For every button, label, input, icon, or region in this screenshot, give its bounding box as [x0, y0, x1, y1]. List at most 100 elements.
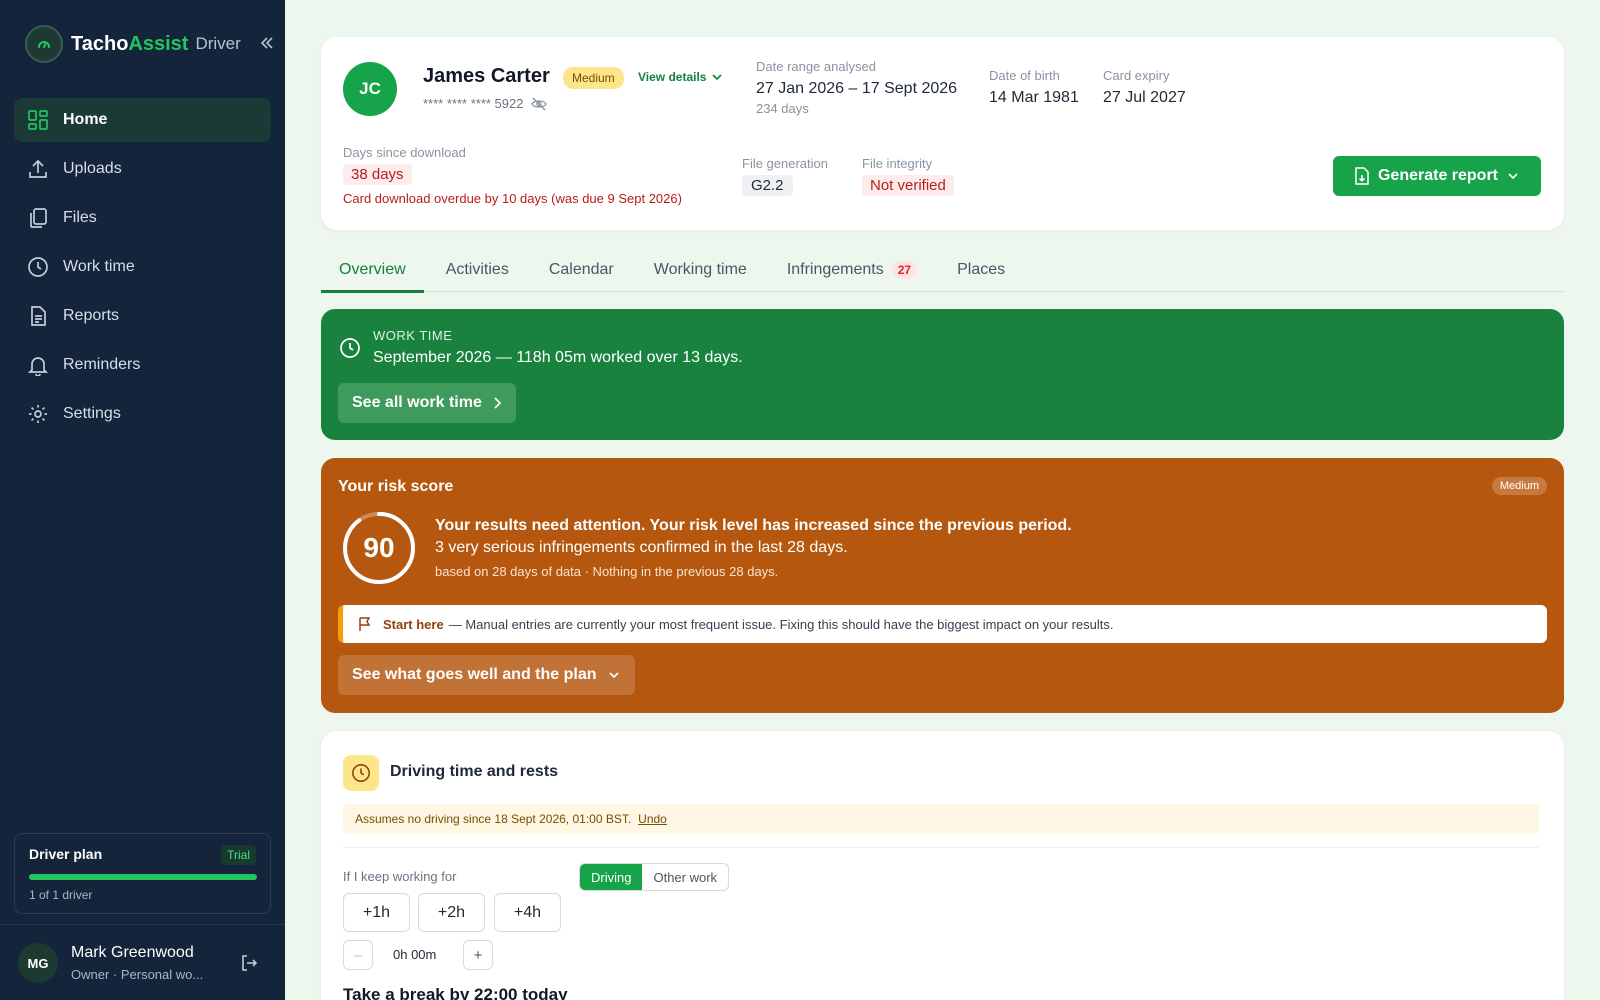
tab-places[interactable]: Places [939, 252, 1023, 292]
driving-title: Driving time and rests [390, 763, 559, 780]
risk-tip: Start here — Manual entries are currentl… [338, 605, 1547, 643]
view-details-label: View details [638, 70, 707, 84]
tab-infringements[interactable]: Infringements 27 [769, 252, 935, 292]
gear-icon [29, 405, 47, 423]
tab-label: Activities [445, 261, 509, 278]
see-plan-label: See what goes well and the plan [352, 666, 597, 683]
mode-toggle: Driving Other work [579, 863, 730, 891]
clock-icon [340, 338, 360, 358]
files-icon [30, 208, 47, 228]
keep-working-label: If I keep working for [343, 869, 457, 884]
dob-label: Date of birth [989, 68, 1060, 83]
risk-badge: Medium [563, 67, 624, 89]
risk-title: Your risk score [338, 478, 454, 495]
file-integrity-label: File integrity [862, 156, 933, 171]
tab-label: Calendar [548, 261, 614, 278]
risk-score-value: 90 [363, 532, 395, 563]
sidebar-item-label: Reminders [63, 356, 141, 373]
report-icon [31, 306, 46, 326]
risk-headline: Your results need attention. Your risk l… [435, 517, 1072, 534]
tab-bar: Overview Activities Calendar Working tim… [321, 252, 1564, 293]
file-generation-value: G2.2 [742, 175, 793, 196]
driver-avatar: JC [343, 62, 397, 116]
download-days-value: 38 days [343, 164, 412, 185]
mode-other-work-button[interactable]: Other work [642, 864, 728, 890]
increment-button[interactable]: + [463, 940, 493, 970]
divider [343, 847, 1539, 848]
sidebar-item-work-time[interactable]: Work time [14, 245, 271, 289]
work-time-kicker: WORK TIME [373, 328, 453, 343]
sidebar-item-reports[interactable]: Reports [14, 294, 271, 338]
tab-label: Places [957, 261, 1006, 278]
decrement-button[interactable]: – [343, 940, 373, 970]
clock-icon [28, 257, 48, 277]
infringements-count-badge: 27 [891, 261, 918, 279]
logout-icon[interactable] [239, 953, 259, 978]
risk-detail: 3 very serious infringements confirmed i… [435, 539, 848, 556]
assumption-text: Assumes no driving since 18 Sept 2026, 0… [355, 812, 632, 826]
user-name: Mark Greenwood [71, 944, 194, 961]
sidebar-item-label: Settings [63, 405, 121, 422]
risk-score-panel: Your risk score Medium 90 Your results n… [321, 458, 1564, 713]
driver-profile-card: JC James Carter Medium View details ****… [321, 37, 1564, 230]
avatar: MG [18, 943, 58, 983]
brand[interactable]: TachoAssist Driver [25, 25, 241, 63]
see-all-work-time-button[interactable]: See all work time [338, 383, 516, 423]
plan-progress-bar [29, 874, 257, 880]
sidebar-item-label: Work time [63, 258, 135, 275]
file-integrity-value: Not verified [862, 175, 954, 196]
brand-name-part2: Assist [128, 32, 189, 55]
add-2h-button[interactable]: +2h [418, 893, 485, 932]
mode-driving-button[interactable]: Driving [580, 864, 643, 890]
user-role: Owner · Personal wo... [71, 967, 204, 982]
plan-count: 1 of 1 driver [29, 888, 93, 902]
sidebar-item-label: Reports [63, 307, 120, 324]
stepper-value: 0h 00m [393, 947, 437, 962]
work-time-panel: WORK TIME September 2026 — 118h 05m work… [321, 309, 1564, 440]
overdue-warning: Card download overdue by 10 days (was du… [343, 191, 682, 206]
flag-icon [359, 617, 371, 631]
chevron-down-icon [608, 672, 619, 679]
tab-activities[interactable]: Activities [428, 252, 527, 292]
risk-basis: based on 28 days of data · Nothing in th… [435, 564, 779, 579]
break-advice: Take a break by 22:00 today [343, 985, 568, 1000]
user-profile[interactable]: MG Mark Greenwood Owner · Personal wo... [0, 924, 285, 1000]
sidebar-item-uploads[interactable]: Uploads [14, 147, 271, 191]
generate-report-button[interactable]: Generate report [1333, 156, 1541, 196]
tip-text: — Manual entries are currently your most… [448, 616, 1114, 632]
card-number: **** **** **** 5922 [423, 96, 548, 111]
sidebar-item-label: Home [63, 111, 108, 128]
work-time-summary: September 2026 — 118h 05m worked over 13… [373, 349, 743, 366]
eye-off-icon[interactable] [531, 97, 548, 111]
generate-report-label: Generate report [1377, 167, 1499, 184]
upload-icon [29, 159, 47, 178]
tab-label: Working time [653, 261, 747, 278]
risk-level-badge: Medium [1491, 477, 1547, 495]
collapse-sidebar-icon[interactable] [258, 34, 276, 52]
driver-plan-card[interactable]: Driver plan Trial 1 of 1 driver [14, 833, 271, 914]
add-4h-button[interactable]: +4h [494, 893, 561, 932]
tab-working-time[interactable]: Working time [636, 252, 765, 292]
add-1h-button[interactable]: +1h [343, 893, 410, 932]
assumption-notice: Assumes no driving since 18 Sept 2026, 0… [343, 804, 1539, 834]
tab-overview[interactable]: Overview [321, 252, 424, 293]
sidebar: TachoAssist Driver Home Uploads Files Wo… [0, 0, 285, 1000]
tab-label: Infringements [786, 261, 884, 278]
file-generation-label: File generation [742, 156, 828, 171]
chevron-down-icon [712, 74, 723, 81]
sidebar-item-reminders[interactable]: Reminders [14, 343, 271, 387]
tab-calendar[interactable]: Calendar [531, 252, 632, 292]
sidebar-item-files[interactable]: Files [14, 196, 271, 240]
sidebar-item-label: Files [63, 209, 97, 226]
brand-name: TachoAssist [71, 33, 188, 56]
chevron-right-icon [494, 397, 502, 409]
see-plan-button[interactable]: See what goes well and the plan [338, 655, 635, 695]
view-details-button[interactable]: View details [638, 70, 724, 84]
sidebar-item-settings[interactable]: Settings [14, 392, 271, 436]
sidebar-item-home[interactable]: Home [14, 98, 271, 142]
brand-sub: Driver [195, 34, 241, 53]
card-expiry-label: Card expiry [1103, 68, 1170, 83]
undo-link[interactable]: Undo [638, 812, 667, 826]
chevron-down-icon [1508, 173, 1518, 180]
bell-icon [27, 357, 49, 376]
